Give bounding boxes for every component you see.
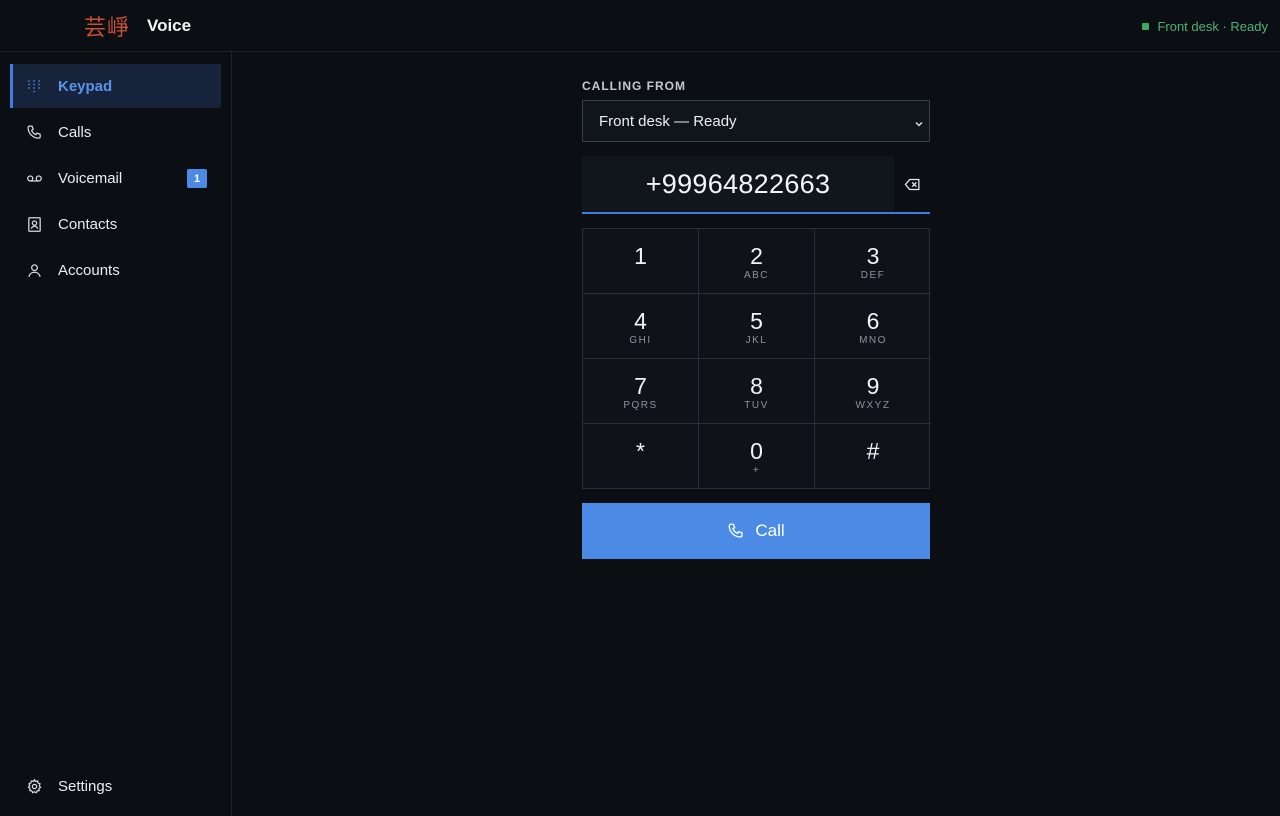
key-star[interactable]: * — [583, 424, 699, 489]
status-dot-icon — [1142, 23, 1150, 30]
key-digit: 1 — [634, 243, 647, 269]
gear-icon — [24, 776, 44, 796]
keypad-icon — [24, 76, 44, 96]
key-8[interactable]: 8 TUV — [699, 359, 815, 424]
sidebar-item-settings[interactable]: Settings — [10, 764, 221, 808]
calling-from-select[interactable]: Front desk — Ready — [582, 100, 930, 142]
key-letters: WXYZ — [855, 400, 891, 411]
main-content: CALLING FROM Front desk — Ready +9996482… — [232, 52, 1280, 816]
sidebar-item-keypad[interactable]: Keypad — [10, 64, 221, 108]
key-digit: # — [866, 438, 880, 464]
sidebar-item-contacts[interactable]: Contacts — [10, 202, 221, 246]
keypad: 1 2 ABC 3 DEF 4 GHI 5 JKL 6 MNO 7 PQRS 8 TUV 9W… — [582, 228, 931, 489]
sidebar-item-label: Settings — [58, 778, 113, 795]
key-digit: 8 — [750, 373, 763, 399]
sidebar-item-label: Calls — [58, 124, 92, 141]
input-underline — [582, 212, 930, 214]
sidebar-item-accounts[interactable]: Accounts — [10, 248, 221, 292]
brand-logo: 芸崢 — [84, 12, 131, 41]
key-5[interactable]: 5 JKL — [699, 294, 815, 359]
key-digit: 0 — [750, 438, 763, 464]
key-letters: ABC — [743, 270, 770, 281]
key-digit: 5 — [750, 308, 763, 334]
key-letters: GHI — [629, 335, 652, 346]
key-letters: JKL — [745, 335, 768, 346]
logo-mark: 芸崢 — [84, 16, 131, 41]
key-1[interactable]: 1 — [583, 229, 699, 294]
key-letters: DEF — [860, 270, 886, 281]
key-digit: 3 — [866, 243, 880, 269]
calling-from-value: Front desk — Ready — [599, 112, 737, 130]
phone-icon — [728, 523, 744, 538]
key-hash[interactable]: # — [815, 424, 931, 489]
key-9[interactable]: 9 WXYZ — [815, 359, 931, 424]
status-text: Front desk · Ready — [1157, 19, 1268, 34]
status-indicator: Front desk · Ready — [1142, 19, 1268, 34]
call-button[interactable]: Call — [582, 503, 930, 559]
key-digit: 4 — [634, 308, 647, 334]
sidebar-item-label: Keypad — [58, 78, 113, 95]
key-2[interactable]: 2 ABC — [699, 229, 815, 294]
key-letters: + — [752, 465, 761, 476]
key-digit: 2 — [750, 243, 763, 269]
user-icon — [24, 260, 44, 280]
sidebar-item-label: Voicemail — [58, 170, 123, 187]
key-letters: MNO — [859, 335, 887, 346]
key-digit: 9 — [866, 373, 880, 399]
sidebar-item-calls[interactable]: Calls — [10, 110, 221, 154]
calling-from-label: CALLING FROM — [582, 79, 686, 93]
key-letters: PQRS — [623, 400, 658, 411]
key-digit: 6 — [866, 308, 880, 334]
contacts-icon — [24, 214, 44, 234]
sidebar-item-label: Accounts — [58, 262, 120, 279]
call-button-label: Call — [755, 521, 785, 540]
sidebar-item-voicemail[interactable]: Voicemail 1 — [10, 156, 221, 200]
key-7[interactable]: 7 PQRS — [583, 359, 699, 424]
key-3[interactable]: 3 DEF — [815, 229, 931, 294]
phone-icon — [24, 122, 44, 142]
phone-number-input[interactable]: +99964822663 — [582, 156, 894, 212]
key-0[interactable]: 0 + — [699, 424, 815, 489]
voicemail-count-badge: 1 — [187, 169, 207, 188]
chevron-down-icon — [913, 116, 925, 133]
key-letters: TUV — [744, 400, 769, 411]
backspace-icon — [904, 178, 920, 190]
key-6[interactable]: 6 MNO — [815, 294, 931, 359]
backspace-button[interactable] — [902, 175, 922, 193]
voicemail-icon — [24, 168, 44, 188]
key-digit: * — [636, 438, 645, 464]
key-4[interactable]: 4 GHI — [583, 294, 699, 359]
sidebar-item-label: Contacts — [58, 216, 118, 233]
sidebar: Keypad Calls Voicemail 1 Contacts Accoun… — [0, 52, 232, 816]
key-digit: 7 — [634, 373, 647, 399]
phone-number-value: +99964822663 — [645, 168, 831, 199]
top-bar: 芸崢 Voice Front desk · Ready — [0, 0, 1280, 52]
app-title: Voice — [147, 16, 192, 35]
